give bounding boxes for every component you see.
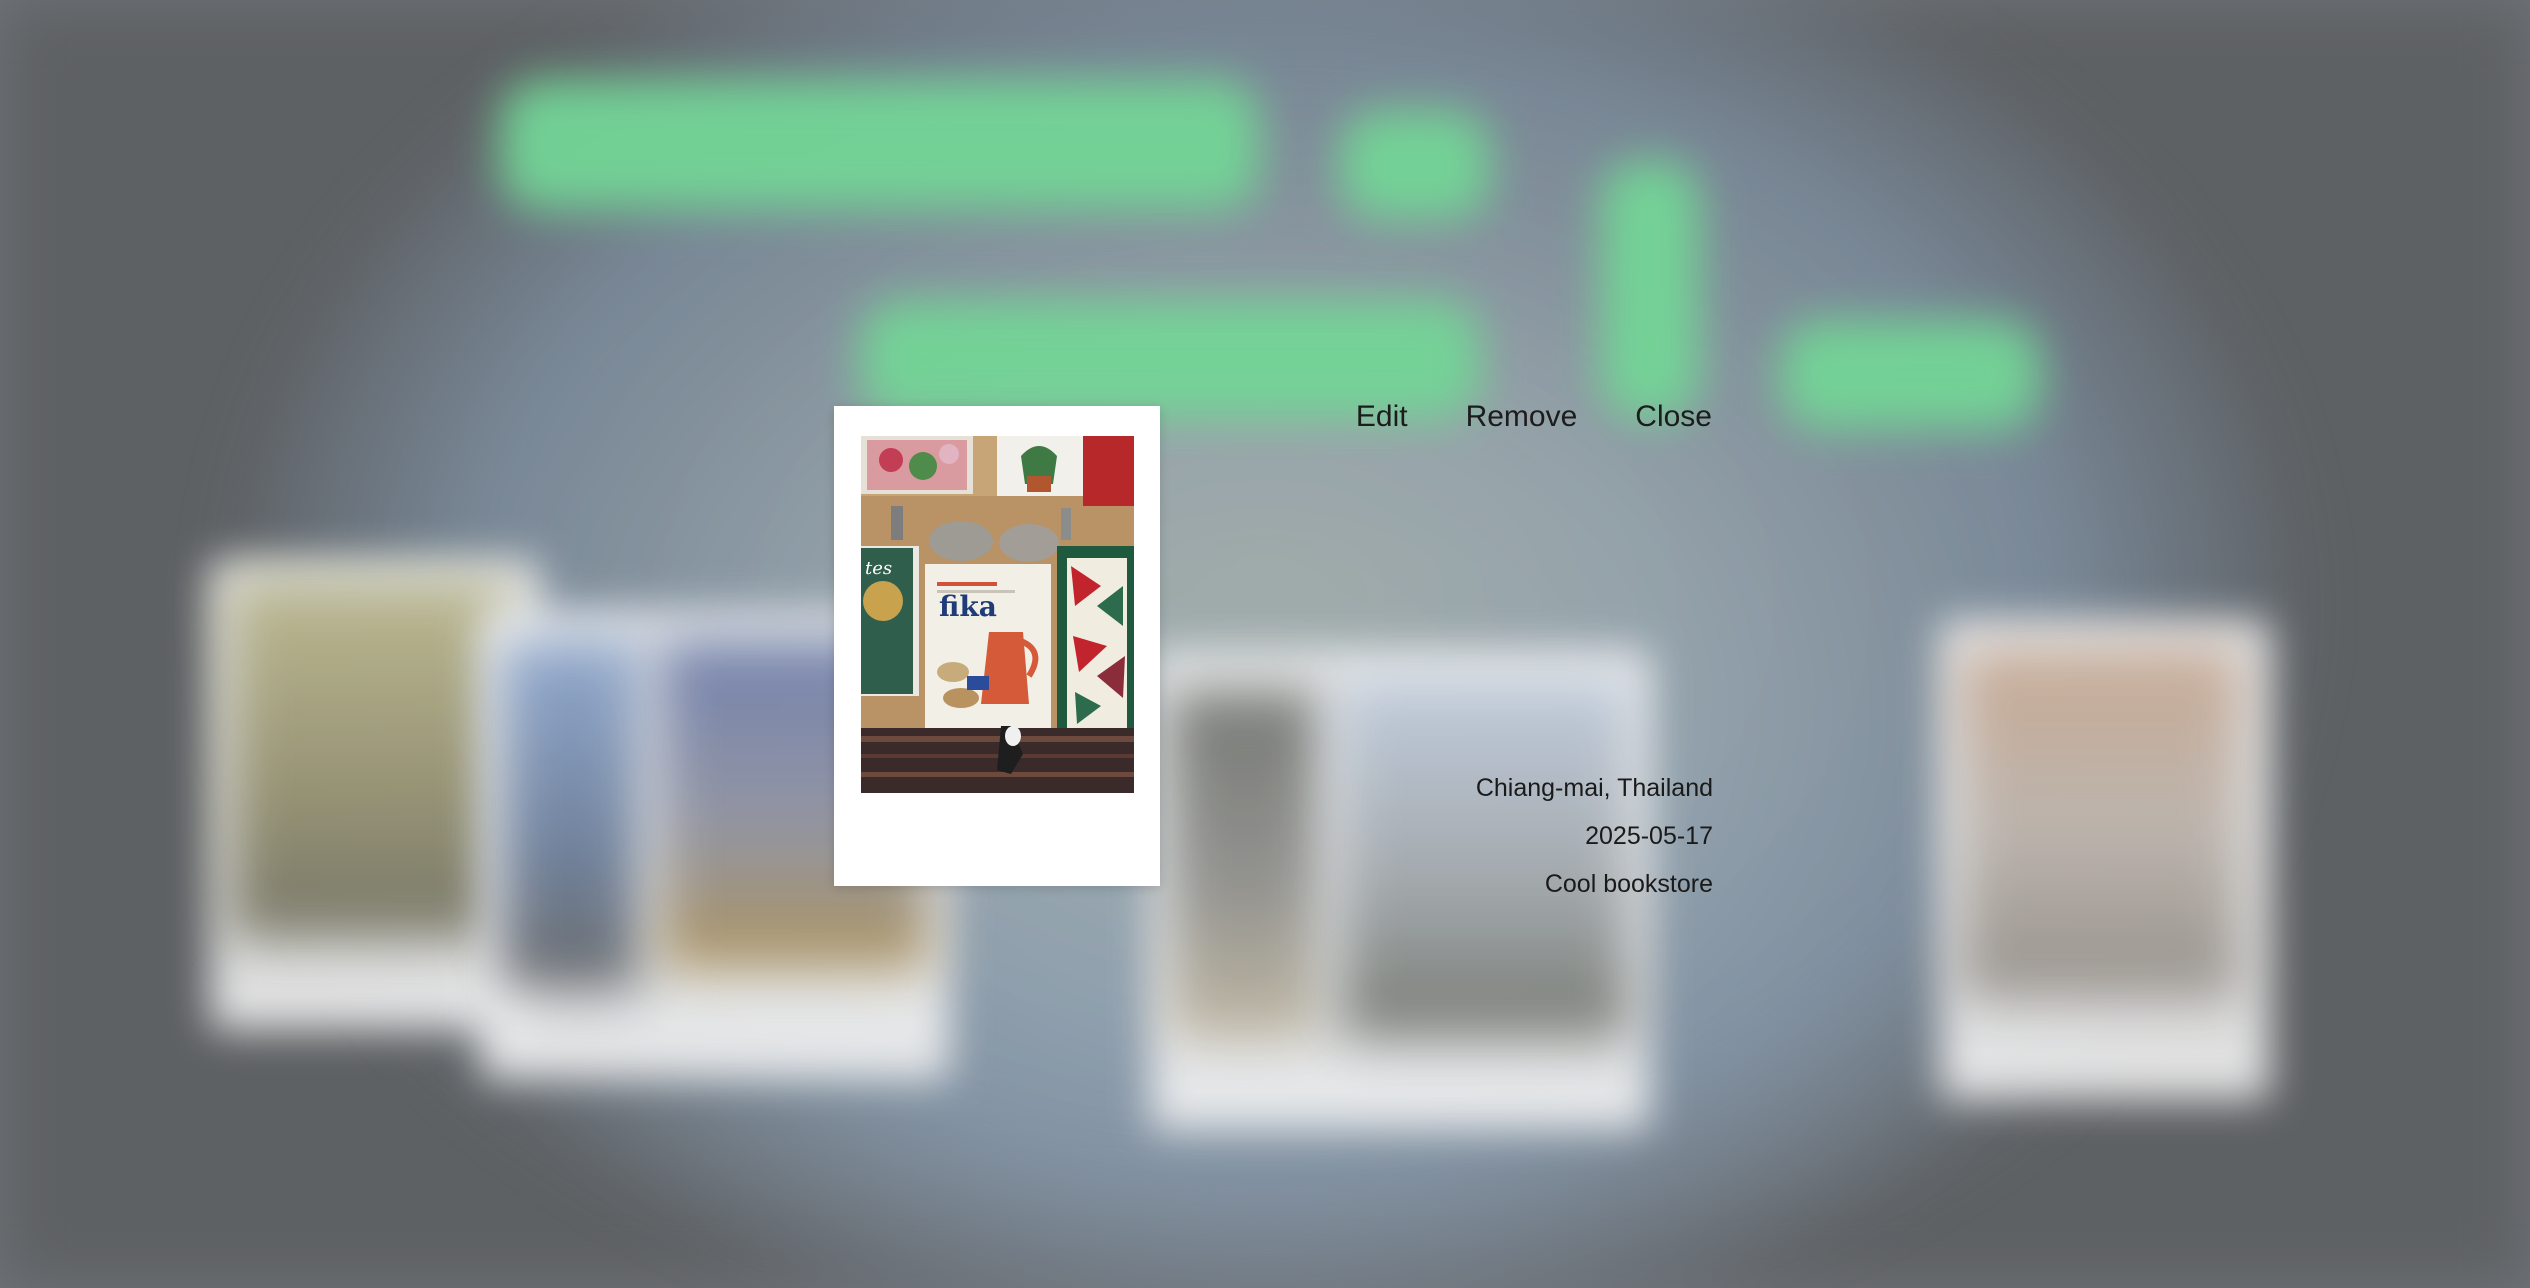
photo-detail-modal: tes fika Edit Remove Close Chiang-mai, T… [0, 0, 2530, 1288]
photo-details: Chiang-mai, Thailand 2025-05-17 Cool boo… [1476, 764, 1713, 908]
close-button[interactable]: Close [1635, 400, 1712, 434]
photo-caption: Cool bookstore [1544, 870, 1713, 898]
edit-button[interactable]: Edit [1356, 400, 1408, 434]
photo-date: 2025-05-17 [1585, 822, 1713, 850]
fika-book-title: fika [939, 590, 997, 623]
photo-location: Chiang-mai, Thailand [1475, 774, 1713, 802]
photo-illustration: tes fika [861, 436, 1134, 793]
bookstore-photo: tes fika [861, 436, 1134, 793]
photo-actions: Edit Remove Close [1356, 400, 1712, 434]
polaroid-frame: tes fika [834, 406, 1160, 886]
remove-button[interactable]: Remove [1466, 400, 1578, 434]
svg-text:tes: tes [865, 558, 892, 579]
